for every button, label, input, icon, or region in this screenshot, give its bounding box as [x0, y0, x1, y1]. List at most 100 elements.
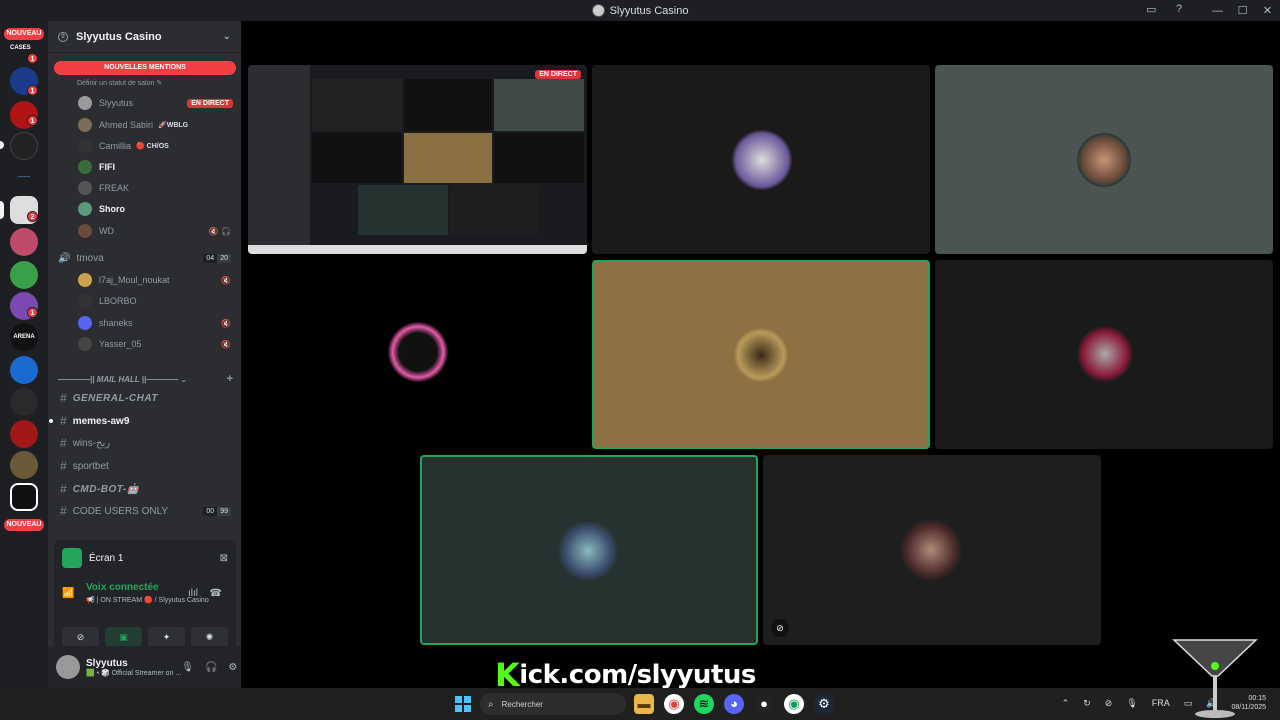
participant-tile[interactable]: [248, 260, 587, 449]
avatar: [734, 328, 788, 382]
user-info[interactable]: Slyyutus 🟩 • 🎲 Official Streamer on ...: [86, 658, 181, 677]
unread-dot: [0, 141, 4, 149]
headphones-icon[interactable]: 🎧: [205, 662, 217, 673]
muted-icon: 🔇: [221, 339, 231, 349]
new-badge[interactable]: NOUVEAU: [4, 28, 44, 40]
text-channel[interactable]: # wins-ربح: [52, 433, 237, 453]
server-icon[interactable]: ARENA: [10, 323, 38, 351]
unread-badge: 1: [27, 115, 38, 126]
server-icon[interactable]: [10, 261, 38, 289]
stream-tile[interactable]: EN DIRECT: [248, 65, 587, 254]
discord-icon[interactable]: ◕: [724, 694, 744, 714]
muted-icon: 🔇 🎧: [208, 226, 231, 236]
participant-tile[interactable]: [592, 65, 930, 254]
chrome-icon[interactable]: ◉: [664, 694, 684, 714]
taskbar-search[interactable]: ⌕ Rechercher: [480, 693, 626, 715]
participant-tile-speaking[interactable]: [592, 260, 930, 449]
text-channel[interactable]: # CODE USERS ONLY 00 99: [52, 501, 237, 521]
disconnect-icon[interactable]: ☎: [210, 588, 222, 599]
windows-start-icon[interactable]: [455, 696, 471, 712]
share-screen-button[interactable]: ▣: [105, 627, 142, 647]
chevron-up-icon[interactable]: ⌃: [1062, 698, 1070, 709]
voice-member[interactable]: shaneks 🔇: [52, 313, 237, 333]
activities-button[interactable]: ✦: [148, 627, 185, 647]
server-avatar-icon: [591, 4, 605, 17]
server-icon[interactable]: [10, 132, 38, 160]
member-name: WD: [99, 226, 114, 236]
server-name: Slyyutus Casino: [76, 30, 162, 43]
participant-tile-speaking[interactable]: [420, 455, 758, 645]
windows-taskbar: ⌕ Rechercher ▬ ◉ ≋ ◕ ● ◉ ⚙ ⌃ ↻ ⊘ 🎙 FRA ▭…: [0, 688, 1280, 720]
boost-icon: 0: [58, 31, 68, 42]
voice-member[interactable]: LBORBO: [52, 291, 237, 311]
steam-icon[interactable]: ⚙: [814, 694, 834, 714]
avatar: [78, 160, 92, 174]
voice-member[interactable]: FIFI: [52, 157, 237, 177]
file-explorer-icon[interactable]: ▬: [634, 694, 654, 714]
user-name: Slyyutus: [86, 657, 128, 669]
selected-indicator: [0, 201, 4, 219]
mic-icon[interactable]: 🎙: [181, 662, 194, 673]
server-icon[interactable]: [10, 420, 38, 448]
voice-member[interactable]: Ahmed Sabiri 🚀WBLG: [52, 115, 237, 135]
inbox-icon[interactable]: ▭: [1146, 3, 1160, 17]
app-icon[interactable]: ●: [754, 694, 774, 714]
voice-member[interactable]: Camillia 🔴 CH/OS: [52, 136, 237, 156]
maximize-button[interactable]: ☐: [1230, 4, 1255, 17]
member-name: Yasser_05: [99, 339, 142, 349]
help-icon[interactable]: ?: [1176, 3, 1190, 17]
chrome-profile-icon[interactable]: ◉: [784, 694, 804, 714]
close-button[interactable]: ✕: [1255, 4, 1280, 17]
text-channel[interactable]: # CMD-BOT-🤖: [52, 479, 237, 499]
voice-member[interactable]: l7aj_Moul_noukat 🔇: [52, 270, 237, 290]
participant-tile[interactable]: [935, 65, 1273, 254]
spotify-icon[interactable]: ≋: [694, 694, 714, 714]
soundboard-button[interactable]: ✺: [191, 627, 228, 647]
add-channel-icon[interactable]: +: [227, 373, 233, 385]
voice-member[interactable]: Yasser_05 🔇: [52, 334, 237, 354]
server-icon[interactable]: [10, 451, 38, 479]
avatar: [78, 316, 92, 330]
channel-status-hint[interactable]: Définir un statut de salon ✎: [77, 79, 162, 87]
gear-icon[interactable]: ⚙: [228, 662, 237, 673]
minimize-button[interactable]: —: [1205, 5, 1230, 17]
server-icon[interactable]: ~~~: [10, 164, 38, 192]
member-name: Camillia: [99, 141, 132, 151]
channel-name: memes-aw9: [72, 415, 130, 427]
voice-connection: 📶 Voix connectée 📢 | ON STREAM 🔴 / Slyyu…: [62, 582, 228, 610]
stream-preview-tile: [358, 185, 448, 235]
stream-preview-taskbar: [248, 245, 587, 254]
text-channel[interactable]: # memes-aw9: [49, 411, 237, 431]
voice-member[interactable]: Shoro: [52, 199, 237, 219]
live-badge: EN DIRECT: [187, 98, 233, 108]
titlebar-extras: ▭ ?: [1146, 3, 1190, 17]
participant-tile[interactable]: [935, 260, 1273, 449]
server-icon[interactable]: [10, 356, 38, 384]
voice-channel[interactable]: 🔊 tmova 04 20: [52, 248, 237, 268]
text-channel[interactable]: # sportbet: [52, 456, 237, 476]
stop-stream-icon[interactable]: ⊠: [220, 553, 228, 564]
sync-icon[interactable]: ↻: [1083, 698, 1091, 709]
participant-tile[interactable]: ⊘: [763, 455, 1101, 645]
server-icon[interactable]: [10, 483, 38, 511]
server-icon[interactable]: [10, 388, 38, 416]
noise-suppression-icon[interactable]: ılıl: [188, 588, 198, 599]
mic-tray-icon[interactable]: 🎙: [1126, 698, 1137, 709]
channel-name: sportbet: [72, 460, 109, 472]
server-header[interactable]: 0 Slyyutus Casino ⌄: [48, 21, 241, 53]
category-mail-hall[interactable]: ————|| MAIL HALL ||———— ⌄ +: [58, 372, 233, 386]
voice-member[interactable]: WD 🔇 🎧: [52, 221, 237, 241]
voice-member[interactable]: Slyyutus EN DIRECT: [52, 93, 237, 113]
voice-status[interactable]: Voix connectée: [86, 582, 159, 593]
new-badge[interactable]: NOUVEAU: [4, 519, 44, 531]
text-channel[interactable]: # GENERAL-CHAT: [52, 388, 237, 408]
network-icon[interactable]: ⊘: [1105, 698, 1113, 709]
channel-name: CMD-BOT-🤖: [72, 483, 140, 495]
server-icon[interactable]: [10, 228, 38, 256]
window-title: Slyyutus Casino: [609, 4, 689, 17]
new-mentions-pill[interactable]: NOUVELLES MENTIONS: [54, 61, 236, 75]
language-indicator[interactable]: FRA: [1152, 698, 1170, 708]
voice-member[interactable]: FREAK: [52, 178, 237, 198]
avatar[interactable]: [56, 655, 80, 679]
camera-off-button[interactable]: ⊘: [62, 627, 99, 647]
